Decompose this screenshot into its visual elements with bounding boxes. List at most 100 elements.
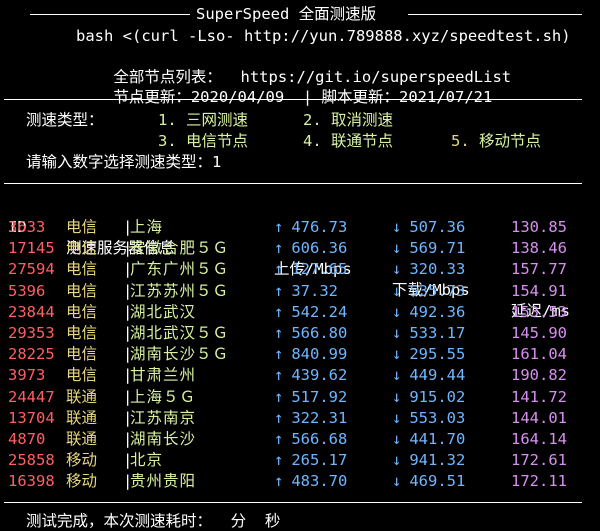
menu-option-1[interactable]: 1. 三网测速	[158, 110, 248, 130]
up-arrow-icon: ↑	[274, 387, 284, 406]
script-update-date: 2021/07/21	[399, 88, 493, 106]
menu-option-2[interactable]: 2. 取消测速	[303, 110, 393, 130]
row-id: 3973	[8, 366, 46, 385]
down-arrow-icon: ↓	[392, 302, 402, 321]
up-arrow-icon: ↑	[274, 408, 284, 427]
row-latency: 172.11	[511, 472, 567, 491]
row-id: 16398	[8, 472, 55, 491]
banner-rule-right	[408, 14, 582, 15]
row-location: 甘肃兰州	[130, 366, 197, 385]
table-header: ID 测速服务器信息 上传/Mbps 下载/Mbps 延迟/ms	[8, 196, 570, 320]
row-upload: ↑ 322.31	[274, 408, 348, 427]
up-arrow-icon: ↑	[274, 302, 284, 321]
row-location: 上海	[130, 218, 164, 236]
row-isp: 电信	[66, 366, 98, 385]
row-latency: 157.77	[511, 260, 567, 279]
menu-type-label: 测速类型：	[26, 111, 104, 129]
row-latency: 144.01	[511, 408, 567, 427]
menu-option-3[interactable]: 3. 电信节点	[158, 131, 248, 151]
footer-partial: 测试完成，本次测速耗时： 分 秒	[26, 512, 281, 530]
row-isp: 电信	[66, 302, 98, 321]
row-upload: ↑ 566.80	[274, 324, 348, 342]
row-location: 湖南长沙	[130, 430, 197, 448]
row-location: 江苏南京	[130, 408, 197, 427]
row-upload: ↑ 127.65	[274, 260, 348, 279]
menu-input-value[interactable]: 1	[212, 153, 221, 171]
up-arrow-icon: ↑	[274, 260, 284, 279]
row-upload: ↑ 606.36	[274, 239, 348, 258]
row-download: ↓ 553.03	[392, 408, 466, 427]
row-id: 29353	[8, 324, 55, 342]
row-isp: 电信	[66, 239, 98, 258]
node-update-date: 2020/04/09	[190, 88, 285, 106]
divider-1	[4, 99, 582, 100]
terminal-window[interactable]: SuperSpeed 全面测速版 bash <(curl -Lso- http:…	[0, 0, 600, 530]
row-latency: 138.46	[511, 239, 567, 258]
row-upload: ↑ 265.17	[274, 451, 348, 470]
row-upload: ↑ 542.24	[274, 302, 348, 321]
up-arrow-icon: ↑	[274, 366, 284, 385]
update-line: 节点更新：2020/04/09 | 脚本更新：2021/07/21	[76, 67, 492, 127]
row-location: 湖北武汉	[130, 302, 197, 321]
row-id: 17145	[8, 239, 55, 258]
row-location: 湖北武汉５Ｇ	[130, 324, 230, 342]
down-arrow-icon: ↓	[392, 281, 402, 300]
down-arrow-icon: ↓	[392, 451, 402, 470]
row-id: 3633	[8, 218, 46, 236]
menu-prompt[interactable]: 请输入数字选择测速类型：1	[26, 152, 221, 172]
row-download: ↓ 535.73	[392, 281, 466, 300]
menu-option-4[interactable]: 4. 联通节点	[303, 131, 393, 151]
up-arrow-icon: ↑	[274, 239, 284, 258]
row-download: ↓ 449.44	[392, 366, 466, 385]
row-isp: 电信	[66, 260, 98, 279]
row-upload: ↑ 517.92	[274, 387, 348, 406]
row-download: ↓ 915.02	[392, 387, 466, 406]
row-id: 27594	[8, 260, 55, 279]
row-latency: 141.72	[511, 387, 567, 406]
divider-2	[4, 183, 582, 184]
row-isp: 电信	[66, 324, 98, 342]
row-upload: ↑ 483.70	[274, 472, 348, 491]
row-isp: 移动	[66, 451, 98, 470]
row-download: ↓ 441.70	[392, 430, 466, 448]
row-isp: 联通	[66, 387, 98, 406]
row-download: ↓ 295.55	[392, 345, 466, 364]
up-arrow-icon: ↑	[274, 430, 284, 448]
row-latency: 164.14	[511, 430, 567, 448]
up-arrow-icon: ↑	[274, 451, 284, 470]
down-arrow-icon: ↓	[392, 366, 402, 385]
row-isp: 联通	[66, 408, 98, 427]
row-download: ↓ 941.32	[392, 451, 466, 470]
row-location: 广东广州５Ｇ	[130, 260, 230, 279]
row-id: 28225	[8, 345, 55, 364]
row-download: ↓ 469.51	[392, 472, 466, 491]
row-id: 4870	[8, 430, 46, 448]
command-line: bash <(curl -Lso- http://yun.789888.xyz/…	[76, 27, 571, 45]
row-download: ↓ 507.36	[392, 218, 466, 236]
banner-rule-left	[30, 14, 190, 15]
row-location: 上海５Ｇ	[130, 387, 197, 406]
row-id: 24447	[8, 387, 55, 406]
row-upload: ↑ 37.32	[274, 281, 339, 300]
up-arrow-icon: ↑	[274, 324, 284, 342]
row-isp: 电信	[66, 281, 98, 300]
row-location: 贵州贵阳	[130, 472, 197, 491]
down-arrow-icon: ↓	[392, 408, 402, 427]
row-id: 25858	[8, 451, 55, 470]
row-id: 23844	[8, 302, 55, 321]
row-upload: ↑ 840.99	[274, 345, 348, 364]
row-upload: ↑ 439.62	[274, 366, 348, 385]
row-latency: 130.85	[511, 218, 567, 236]
down-arrow-icon: ↓	[392, 345, 402, 364]
script-update-label: | 脚本更新：	[302, 88, 400, 106]
row-upload: ↑ 476.73	[274, 218, 348, 236]
menu-option-5[interactable]: 5. 移动节点	[451, 131, 541, 151]
down-arrow-icon: ↓	[392, 239, 402, 258]
up-arrow-icon: ↑	[274, 345, 284, 364]
row-download: ↓ 569.71	[392, 239, 466, 258]
row-location: 湖南长沙５Ｇ	[130, 345, 230, 364]
row-id: 13704	[8, 408, 55, 427]
row-isp: 电信	[66, 345, 98, 364]
down-arrow-icon: ↓	[392, 430, 402, 448]
row-isp: 移动	[66, 472, 98, 491]
